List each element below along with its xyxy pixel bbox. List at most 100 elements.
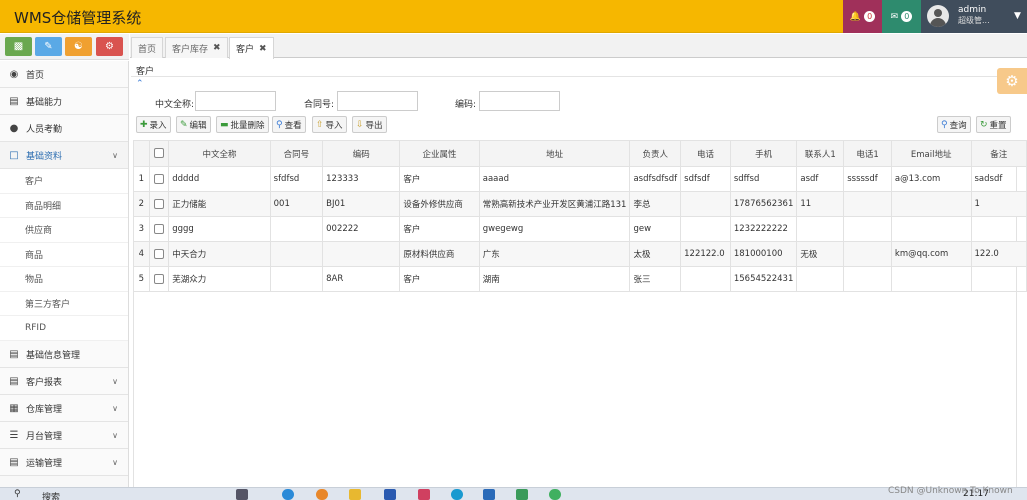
users-shortcut-button[interactable]: ☯	[65, 37, 92, 56]
customer-table: 中文全称 合同号 编码 企业属性 地址 负责人 电话 手机 联系人1 电话1 E…	[133, 140, 1027, 292]
sidebar-subitem-supplier[interactable]: 供应商	[0, 218, 128, 243]
search-icon[interactable]: ⚲	[14, 489, 21, 499]
sidebar-item-basic-data[interactable]: □ 基础资料 ∨	[0, 142, 128, 169]
table-cell: gwegewg	[478, 216, 631, 242]
table-row[interactable]: 3 gggg 002222 客户 gwegewg gew 1232222222	[133, 216, 1027, 242]
column-header[interactable]: 备注	[970, 140, 1027, 167]
column-header[interactable]: 企业属性	[399, 140, 480, 167]
row-checkbox[interactable]	[148, 241, 170, 267]
group-icon: ☯	[74, 41, 83, 52]
sidebar-subitem-customer[interactable]: 客户	[0, 169, 128, 194]
tab-customer[interactable]: 客户 ✖	[229, 37, 274, 59]
wechat-icon[interactable]	[549, 489, 561, 500]
table-cell: 中天合力	[168, 241, 271, 267]
chevron-down-icon: ∨	[112, 150, 118, 160]
notifications-button[interactable]: 🔔 0	[843, 0, 882, 33]
column-header[interactable]: 负责人	[629, 140, 682, 167]
tab-label: 客户	[236, 45, 255, 55]
column-header[interactable]: 中文全称	[168, 140, 271, 167]
table-row[interactable]: 5 芜湖众力 8AR 客户 湖南 张三 15654522431	[133, 266, 1027, 292]
word-icon[interactable]	[483, 489, 495, 500]
task-view-icon[interactable]	[236, 489, 248, 500]
table-cell: sadsdf	[970, 166, 1027, 192]
table-row[interactable]: 2 正力储能 001 BJ01 设备外修供应商 常熟高新技术产业开发区黄浦江路131 李总 1…	[133, 191, 1027, 217]
user-menu[interactable]: admin 超级管... ▼	[921, 0, 1027, 33]
chevron-double-up-icon[interactable]: ⌃	[136, 79, 144, 89]
th-list-icon: ☰	[9, 429, 19, 441]
name-filter-label: 中文全称:	[155, 100, 195, 110]
column-header[interactable]: Email地址	[890, 140, 972, 167]
tab-customer-inventory[interactable]: 客户库存 ✖	[165, 37, 228, 58]
table-cell: ddddd	[168, 166, 271, 192]
view-button[interactable]: ⚲ 查看	[272, 116, 306, 133]
sidebar-item-basic-info[interactable]: ▤ 基础信息管理	[0, 341, 128, 368]
store-icon[interactable]	[384, 489, 396, 500]
import-button[interactable]: ⇧ 导入	[312, 116, 347, 133]
close-icon[interactable]: ✖	[213, 43, 221, 53]
taskbar-search[interactable]: 搜索	[42, 490, 60, 500]
row-checkbox[interactable]	[148, 166, 170, 192]
contract-filter-label: 合同号:	[304, 100, 335, 110]
column-header[interactable]: 电话	[680, 140, 731, 167]
settings-shortcut-button[interactable]: ⚙	[96, 37, 123, 56]
editor-icon[interactable]	[516, 489, 528, 500]
table-cell	[796, 216, 845, 242]
table-cell	[269, 241, 324, 267]
sidebar-item-basic-capability[interactable]: ▤ 基础能力	[0, 88, 128, 115]
edit-shortcut-button[interactable]: ✎	[35, 37, 62, 56]
firefox-icon[interactable]	[316, 489, 328, 500]
row-number: 1	[133, 166, 150, 192]
name-filter-input[interactable]	[195, 91, 276, 111]
sidebar-subitem-goods[interactable]: 商品	[0, 242, 128, 267]
sidebar-subitem-third-party[interactable]: 第三方客户	[0, 291, 128, 316]
sidebar-item-customer-report[interactable]: ▤ 客户报表 ∨	[0, 368, 128, 395]
browser-icon[interactable]	[451, 489, 463, 500]
search-icon: ⚲	[276, 119, 283, 130]
table-cell: a@13.com	[890, 166, 972, 192]
row-checkbox[interactable]	[148, 216, 170, 242]
column-header[interactable]: 联系人1	[796, 140, 845, 167]
gear-icon[interactable]: ⚙	[997, 68, 1027, 94]
table-row[interactable]: 4 中天合力 原材料供应商 广东 太极 122122.0 181000100 无极 km@qq.…	[133, 241, 1027, 267]
sidebar-subitem-rfid[interactable]: RFID	[0, 316, 128, 341]
column-header[interactable]: 手机	[729, 140, 798, 167]
code-filter-input[interactable]	[479, 91, 560, 111]
table-cell	[680, 216, 731, 242]
edit-button[interactable]: ✎ 编辑	[176, 116, 211, 133]
tab-home[interactable]: 首页	[131, 37, 164, 58]
button-label: 编辑	[189, 120, 207, 131]
column-header[interactable]: 合同号	[269, 140, 324, 167]
contract-filter-input[interactable]	[337, 91, 418, 111]
close-icon[interactable]: ✖	[259, 44, 267, 54]
folder-icon[interactable]	[349, 489, 361, 500]
column-header[interactable]: 地址	[478, 140, 631, 167]
row-checkbox[interactable]	[148, 266, 170, 292]
sidebar-item-platform[interactable]: ☰ 月台管理 ∨	[0, 422, 128, 449]
table-cell: 8AR	[322, 266, 401, 292]
select-all-checkbox[interactable]	[148, 140, 170, 167]
sidebar-item-attendance[interactable]: ● 人员考勤	[0, 115, 128, 142]
row-checkbox[interactable]	[148, 191, 170, 217]
sidebar-subitem-items[interactable]: 物品	[0, 267, 128, 292]
chevron-down-icon: ∨	[112, 376, 118, 386]
sidebar-item-transport[interactable]: ▤ 运输管理 ∨	[0, 449, 128, 476]
sidebar-subitem-goods-detail[interactable]: 商品明细	[0, 193, 128, 218]
add-button[interactable]: ✚ 录入	[136, 116, 171, 133]
table-cell	[269, 216, 324, 242]
app-icon[interactable]	[418, 489, 430, 500]
query-button[interactable]: ⚲ 查询	[937, 116, 971, 133]
app-title: WMS仓储管理系统	[14, 9, 142, 27]
edge-icon[interactable]	[282, 489, 294, 500]
reset-button[interactable]: ↻ 重置	[976, 116, 1011, 133]
column-header[interactable]: 电话1	[843, 140, 892, 167]
tab-bar: 首页 客户库存 ✖ 客户 ✖	[130, 34, 1027, 59]
sidebar-item-home[interactable]: ◉ 首页	[0, 61, 128, 88]
table-row[interactable]: 1 ddddd sfdfsd 123333 客户 aaaad asdfsdfsdf sdfsd…	[133, 166, 1027, 192]
sidebar-item-warehouse[interactable]: ▦ 仓库管理 ∨	[0, 395, 128, 422]
export-button[interactable]: ⇩ 导出	[352, 116, 387, 133]
messages-button[interactable]: ✉ 0	[882, 0, 921, 33]
batch-delete-button[interactable]: ▬ 批量删除	[216, 116, 269, 133]
column-header[interactable]: 编码	[322, 140, 401, 167]
pencil-icon: ✎	[44, 41, 53, 52]
chart-shortcut-button[interactable]: ▩	[5, 37, 32, 56]
